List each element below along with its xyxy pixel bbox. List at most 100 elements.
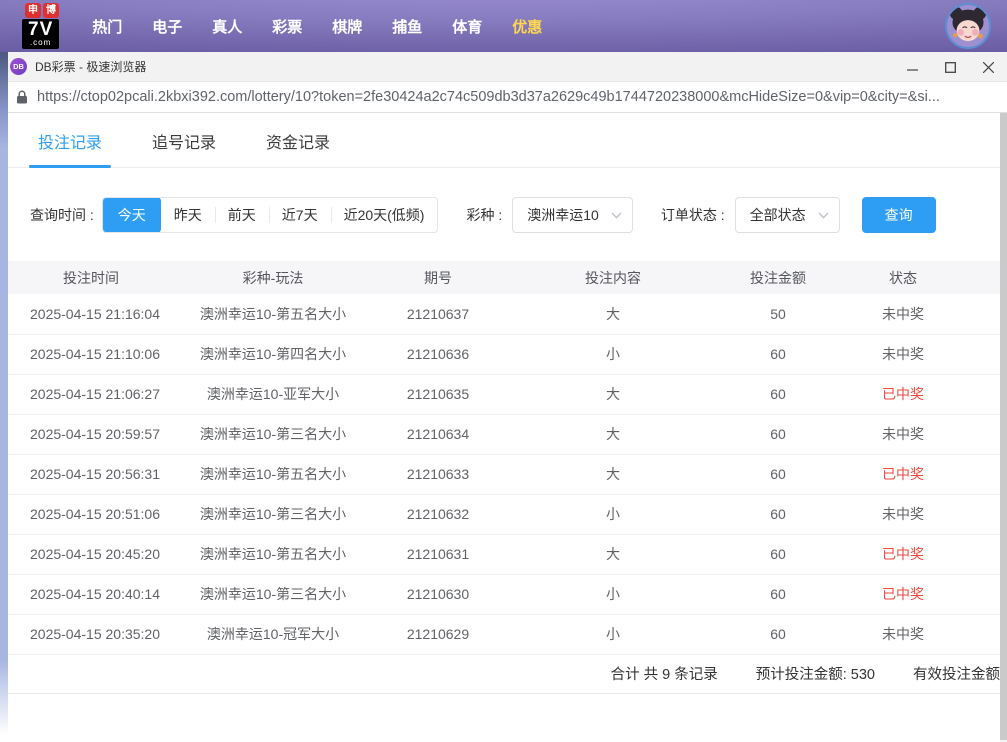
game-cell: 澳洲幸运10-亚军大小 [198,374,348,414]
maximize-button[interactable] [931,52,969,82]
issue-cell: 21210632 [348,494,528,534]
user-avatar[interactable] [945,3,991,49]
close-icon [983,62,994,73]
column-header-4: 投注内容 [528,261,698,294]
bet-amount-cell: 60 [698,414,858,454]
logo-block: 7V .com [22,19,59,49]
time-option-2[interactable]: 昨天 [161,198,215,232]
expected-amount-text: 预计投注金额: 530 [756,663,875,684]
nav-item-8[interactable]: 优惠 [497,16,557,37]
table-row: 2025-04-15 20:59:57澳洲幸运10-第三名大小21210634大… [8,414,1000,454]
avatar-image [947,5,989,47]
spacer-cell [948,574,1000,614]
nav-item-3[interactable]: 真人 [197,16,257,37]
close-button[interactable] [969,52,1007,82]
bet-amount-cell: 60 [698,334,858,374]
bet-content-cell: 大 [528,374,698,414]
time-option-5[interactable]: 近20天(低频) [331,198,438,232]
game-cell: 澳洲幸运10-第三名大小 [198,574,348,614]
game-cell: 澳洲幸运10-第三名大小 [198,494,348,534]
scrollbar[interactable] [1000,113,1007,742]
window-controls [893,52,1007,82]
issue-cell: 21210633 [348,454,528,494]
window-title: DB彩票 - 极速浏览器 [35,58,146,75]
table-row: 2025-04-15 20:40:14澳洲幸运10-第三名大小21210630小… [8,574,1000,614]
tab-1[interactable]: 投注记录 [38,129,102,153]
column-header-1: 投注时间 [8,261,198,294]
record-tabs: 投注记录 追号记录 资金记录 [8,113,1000,168]
chevron-down-icon [818,212,829,219]
game-cell: 澳洲幸运10-第五名大小 [198,294,348,334]
bet-records-table: 投注时间彩种-玩法期号投注内容投注金额状态 2025-04-15 21:16:0… [8,261,1000,655]
bet-content-cell: 小 [528,614,698,654]
maximize-icon [945,62,956,73]
issue-cell: 21210636 [348,334,528,374]
minimize-icon [907,62,918,73]
tab-2[interactable]: 追号记录 [152,129,216,153]
nav-item-5[interactable]: 棋牌 [317,16,377,37]
nav-item-2[interactable]: 电子 [137,16,197,37]
column-header-6: 状态 [858,261,948,294]
status-cell: 未中奖 [858,494,948,534]
filter-bar: 查询时间 : 今天昨天前天近7天近20天(低频) 彩种 : 澳洲幸运10 订单状… [30,197,1000,233]
status-cell: 已中奖 [858,374,948,414]
lock-icon [16,90,28,104]
column-header-2: 彩种-玩法 [198,261,348,294]
chevron-down-icon [611,212,622,219]
page: 投注记录 追号记录 资金记录 查询时间 : 今天昨天前天近7天近20天(低频) 彩种… [0,113,1007,742]
spacer-cell [948,294,1000,334]
tab-3[interactable]: 资金记录 [266,129,330,153]
browser-window: 申 博 7V .com 热门电子真人彩票棋牌捕鱼体育优惠 [0,0,1007,742]
bet-amount-cell: 60 [698,534,858,574]
spacer-cell [948,494,1000,534]
minimize-button[interactable] [893,52,931,82]
table-row: 2025-04-15 20:51:06澳洲幸运10-第三名大小21210632小… [8,494,1000,534]
search-button[interactable]: 查询 [862,197,936,233]
site-header: 申 博 7V .com 热门电子真人彩票棋牌捕鱼体育优惠 [0,0,1007,52]
bet-time-cell: 2025-04-15 20:40:14 [8,574,198,614]
issue-cell: 21210629 [348,614,528,654]
address-bar[interactable]: https://ctop02pcali.2kbxi392.com/lottery… [0,82,1007,113]
issue-cell: 21210637 [348,294,528,334]
nav-item-4[interactable]: 彩票 [257,16,317,37]
logo-suffix: .com [28,39,53,47]
column-header-5: 投注金额 [698,261,858,294]
time-option-3[interactable]: 前天 [215,198,269,232]
spacer-cell [948,374,1000,414]
summary-bar: 合计 共 9 条记录 预计投注金额: 530 有效投注金额 [8,655,1000,694]
bet-time-cell: 2025-04-15 20:35:20 [8,614,198,654]
nav-item-7[interactable]: 体育 [437,16,497,37]
bet-content-cell: 大 [528,294,698,334]
status-cell: 已中奖 [858,454,948,494]
time-option-1[interactable]: 今天 [103,197,161,233]
spacer-cell [948,334,1000,374]
game-cell: 澳洲幸运10-第五名大小 [198,534,348,574]
nav-item-6[interactable]: 捕鱼 [377,16,437,37]
status-cell: 已中奖 [858,534,948,574]
logo-badge-1: 申 [25,3,41,18]
spacer-cell [948,414,1000,454]
table-row: 2025-04-15 21:10:06澳洲幸运10-第四名大小21210636小… [8,334,1000,374]
table-body: 2025-04-15 21:16:04澳洲幸运10-第五名大小21210637大… [8,294,1000,654]
content: 投注记录 追号记录 资金记录 查询时间 : 今天昨天前天近7天近20天(低频) 彩种… [8,113,1000,694]
scrollbar-thumb[interactable] [1000,113,1007,740]
order-status-select[interactable]: 全部状态 [735,197,840,233]
time-range-group: 今天昨天前天近7天近20天(低频) [102,197,439,233]
table-row: 2025-04-15 20:45:20澳洲幸运10-第五名大小21210631大… [8,534,1000,574]
left-edge-strip [0,52,8,742]
logo-brand: 7V [28,20,53,39]
valid-amount-text: 有效投注金额 [913,663,1000,684]
bet-content-cell: 大 [528,454,698,494]
table-row: 2025-04-15 20:35:20澳洲幸运10-冠军大小21210629小6… [8,614,1000,654]
time-option-4[interactable]: 近7天 [269,198,331,232]
bet-content-cell: 大 [528,414,698,454]
bet-content-cell: 小 [528,334,698,374]
order-status-value: 全部状态 [750,205,806,225]
table-header-row: 投注时间彩种-玩法期号投注内容投注金额状态 [8,261,1000,294]
game-cell: 澳洲幸运10-第五名大小 [198,454,348,494]
nav-item-1[interactable]: 热门 [77,16,137,37]
column-header-spacer [948,261,1000,294]
spacer-cell [948,534,1000,574]
site-logo[interactable]: 申 博 7V .com [22,3,59,49]
lottery-select[interactable]: 澳洲幸运10 [512,197,633,233]
